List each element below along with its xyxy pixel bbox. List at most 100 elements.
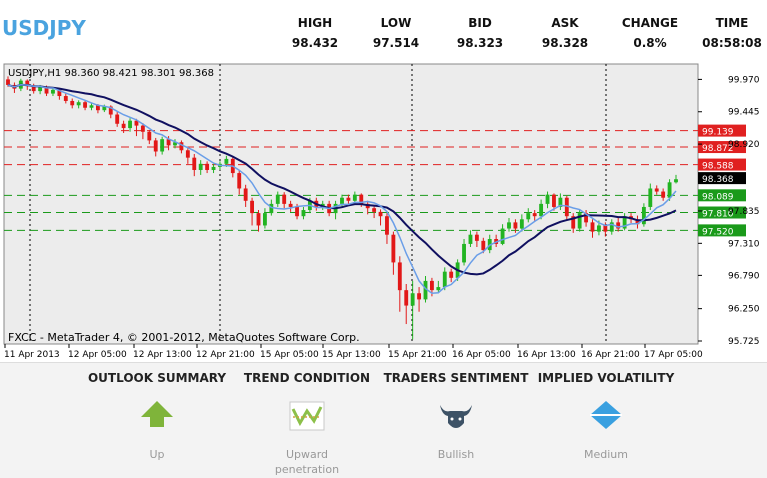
candle-body — [211, 166, 216, 170]
price-chart: 99.139 98.872 98.588 98.089 97.810 97.520 98.3… — [0, 60, 767, 360]
stat-time: TIME 08:58:08 — [700, 16, 764, 50]
stat-ask: ASK 98.328 — [533, 16, 597, 50]
x-tick-label: 11 Apr 2013 — [4, 350, 60, 360]
y-tick-label: 99.445 — [728, 108, 760, 118]
summary-title: IMPLIED VOLATILITY — [537, 371, 675, 385]
x-tick-label: 15 Apr 05:00 — [260, 350, 319, 360]
candle-body — [539, 203, 544, 217]
stat-high: HIGH 98.432 — [283, 16, 347, 50]
candle-body — [468, 234, 473, 244]
summary-panel: OUTLOOK SUMMARY Up TREND CONDITION Upwar… — [0, 362, 767, 478]
candle-body — [185, 150, 190, 158]
candle-body — [346, 197, 351, 201]
stat-label: CHANGE — [621, 16, 679, 30]
candle-body — [481, 240, 486, 251]
summary-value: Medium — [584, 448, 628, 461]
candle-body — [121, 123, 126, 129]
stat-label: BID — [468, 16, 492, 30]
candle-body — [417, 293, 422, 300]
candle-body — [603, 225, 608, 232]
candle-body — [6, 79, 10, 85]
summary-outlook: OUTLOOK SUMMARY Up — [82, 371, 232, 462]
candle-body — [83, 102, 88, 108]
stat-low: LOW 97.514 — [364, 16, 428, 50]
candle-body — [250, 200, 255, 214]
summary-trend: TREND CONDITION Upward penetration — [232, 371, 382, 477]
candle-body — [442, 271, 447, 288]
y-tick-label: 96.250 — [728, 305, 760, 315]
candle-body — [282, 194, 287, 204]
candle-body — [198, 163, 203, 170]
candle-body — [115, 114, 120, 124]
y-tick-label: 96.790 — [728, 271, 760, 281]
summary-value: Upward penetration — [274, 448, 340, 476]
candle-body — [596, 225, 601, 232]
candle-body — [641, 206, 646, 225]
candle-body — [140, 125, 145, 132]
level-label: 97.520 — [702, 227, 734, 237]
candle-body — [429, 280, 434, 291]
candle-body — [449, 271, 454, 278]
y-tick-label: 95.725 — [728, 337, 760, 347]
y-tick-label: 98.920 — [728, 140, 760, 150]
stat-label: ASK — [551, 16, 579, 30]
candle-body — [474, 234, 479, 241]
candle-body — [590, 222, 595, 232]
summary-value: Up — [149, 448, 165, 461]
candle-body — [128, 120, 132, 129]
candle-body — [532, 213, 537, 217]
candle-body — [667, 182, 672, 198]
candle-body — [262, 213, 267, 226]
candle-body — [275, 194, 280, 204]
x-tick-label: 16 Apr 21:00 — [581, 350, 640, 360]
candle-body — [397, 262, 402, 291]
up-arrow-icon — [141, 401, 173, 427]
stat-label: HIGH — [297, 16, 333, 30]
y-tick-label: 99.970 — [728, 75, 760, 85]
candle-body — [288, 203, 293, 207]
candle-body — [372, 208, 377, 212]
x-tick-label: 15 Apr 21:00 — [388, 350, 447, 360]
summary-title: OUTLOOK SUMMARY — [87, 371, 227, 385]
summary-title: TREND CONDITION — [243, 371, 371, 385]
candle-body — [385, 216, 389, 235]
candle-body — [378, 211, 383, 217]
candle-body — [391, 234, 396, 263]
candle-body — [301, 210, 306, 217]
x-tick-label: 12 Apr 21:00 — [196, 350, 255, 360]
y-tick-label: 97.310 — [728, 239, 760, 249]
candle-body — [526, 213, 531, 220]
stat-label: LOW — [380, 16, 412, 30]
candle-body — [147, 131, 152, 141]
candle-body — [76, 102, 81, 106]
x-tick-label: 15 Apr 13:00 — [322, 350, 381, 360]
x-tick-label: 17 Apr 05:00 — [644, 350, 703, 360]
summary-volatility: IMPLIED VOLATILITY Medium — [531, 371, 681, 462]
chart-footer: FXCC - MetaTrader 4, © 2001-2012, MetaQu… — [8, 331, 360, 344]
candle-body — [295, 206, 299, 217]
candle-body — [674, 179, 678, 183]
stat-change: CHANGE 0.8% — [616, 16, 684, 50]
candle-body — [237, 173, 242, 189]
current-price-label: 98.368 — [702, 175, 734, 185]
chart-title: USDJPY,H1 98.360 98.421 98.301 98.368 — [8, 68, 214, 79]
bull-icon — [440, 405, 472, 428]
candle-body — [160, 139, 165, 152]
stat-value: 0.8% — [633, 36, 667, 50]
x-tick-label: 12 Apr 05:00 — [68, 350, 127, 360]
candle-body — [462, 243, 466, 263]
stat-value: 98.323 — [456, 36, 504, 50]
candle-body — [352, 194, 357, 201]
candle-body — [192, 157, 197, 170]
candle-body — [256, 213, 261, 226]
candle-body — [507, 222, 511, 229]
candle-body — [224, 158, 229, 164]
candle-body — [552, 194, 556, 207]
candle-body — [410, 293, 415, 306]
candle-body — [89, 105, 94, 108]
candle-body — [648, 188, 653, 207]
stat-value: 98.432 — [291, 36, 339, 50]
y-tick-label: 97.835 — [728, 207, 760, 217]
candle-body — [436, 287, 441, 291]
quote-header: USDJPY HIGH 98.432 LOW 97.514 BID 98.323… — [0, 0, 767, 60]
